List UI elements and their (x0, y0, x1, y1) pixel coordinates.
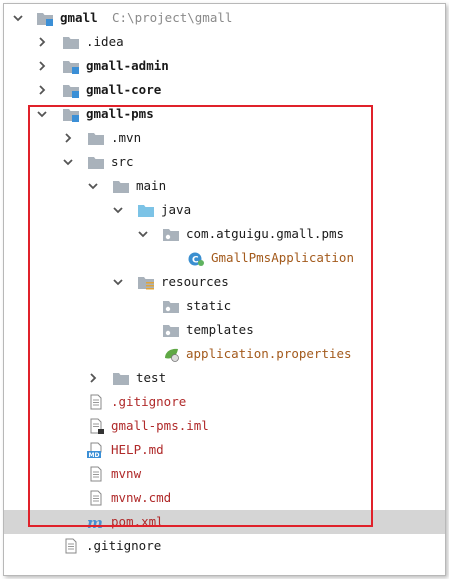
chevron-down-icon[interactable] (12, 12, 24, 24)
tree-label: mvnw (111, 466, 142, 481)
chevron-right-icon[interactable] (36, 60, 48, 72)
markdown-file-icon (87, 442, 105, 458)
tree-label: gmall-admin (86, 58, 169, 73)
tree-label: gmall-pms (86, 106, 154, 121)
tree-label: application.properties (186, 346, 352, 361)
tree-label: HELP.md (111, 442, 164, 457)
spring-boot-class-icon (187, 250, 205, 266)
module-file-icon (87, 418, 105, 434)
spring-properties-icon (162, 346, 180, 362)
chevron-down-icon[interactable] (36, 108, 48, 120)
folder-icon (62, 34, 80, 50)
file-icon (87, 490, 105, 506)
project-tree-panel: gmall C:\project\gmall .idea gmall-admin… (3, 3, 446, 576)
tree-label: .mvn (111, 130, 142, 145)
folder-icon (162, 298, 180, 314)
chevron-right-icon[interactable] (87, 372, 99, 384)
tree-row-root-gitignore[interactable]: .gitignore (4, 534, 445, 558)
tree-row-gmall-admin[interactable]: gmall-admin (4, 54, 445, 78)
root-path: C:\project\gmall (112, 10, 233, 25)
tree-label: test (136, 370, 167, 385)
module-folder-icon (62, 82, 80, 98)
tree-label: resources (161, 274, 229, 289)
module-folder-icon (62, 106, 80, 122)
chevron-down-icon[interactable] (112, 204, 124, 216)
tree-label: mvnw.cmd (111, 490, 172, 505)
tree-label: .gitignore (111, 394, 187, 409)
source-folder-icon (137, 202, 155, 218)
chevron-right-icon[interactable] (36, 36, 48, 48)
chevron-right-icon[interactable] (36, 84, 48, 96)
tree-label: src (111, 154, 134, 169)
folder-icon (112, 178, 130, 194)
tree-label: templates (186, 322, 254, 337)
tree-label: com.atguigu.gmall.pms (186, 226, 345, 241)
tree-row-package[interactable]: com.atguigu.gmall.pms (4, 222, 445, 246)
tree-label: java (161, 202, 192, 217)
chevron-down-icon[interactable] (112, 276, 124, 288)
tree-label-root: gmall (60, 10, 98, 25)
tree-row-help-md[interactable]: HELP.md (4, 438, 445, 462)
chevron-right-icon[interactable] (62, 132, 74, 144)
tree-row-application-properties[interactable]: application.properties (4, 342, 445, 366)
tree-label: .gitignore (86, 538, 162, 553)
maven-icon (87, 514, 105, 530)
module-folder-icon (62, 58, 80, 74)
module-folder-icon (36, 10, 54, 26)
tree-row-iml[interactable]: gmall-pms.iml (4, 414, 445, 438)
file-icon (62, 538, 80, 554)
tree-row-gitignore[interactable]: .gitignore (4, 390, 445, 414)
chevron-down-icon[interactable] (137, 228, 149, 240)
chevron-down-icon[interactable] (62, 156, 74, 168)
tree-row-resources[interactable]: resources (4, 270, 445, 294)
tree-label: gmall-pms.iml (111, 418, 209, 433)
file-icon (87, 394, 105, 410)
folder-icon (112, 370, 130, 386)
tree-row-src[interactable]: src (4, 150, 445, 174)
tree-label: main (136, 178, 167, 193)
tree-row-application-class[interactable]: GmallPmsApplication (4, 246, 445, 270)
folder-icon (162, 322, 180, 338)
tree-row-test[interactable]: test (4, 366, 445, 390)
folder-icon (87, 130, 105, 146)
tree-row-static[interactable]: static (4, 294, 445, 318)
tree-row-java[interactable]: java (4, 198, 445, 222)
package-icon (162, 226, 180, 242)
tree-label: .idea (86, 34, 124, 49)
tree-row-mvnw[interactable]: mvnw (4, 462, 445, 486)
tree-label: static (186, 298, 232, 313)
folder-icon (87, 154, 105, 170)
tree-row-gmall[interactable]: gmall C:\project\gmall (4, 6, 445, 30)
tree-row-gmall-core[interactable]: gmall-core (4, 78, 445, 102)
file-icon (87, 466, 105, 482)
resources-folder-icon (137, 274, 155, 290)
tree-row-templates[interactable]: templates (4, 318, 445, 342)
tree-label: GmallPmsApplication (211, 250, 354, 265)
tree-label: pom.xml (111, 514, 164, 529)
chevron-down-icon[interactable] (87, 180, 99, 192)
tree-row-mvnw-cmd[interactable]: mvnw.cmd (4, 486, 445, 510)
tree-row-pom-xml[interactable]: pom.xml (4, 510, 445, 534)
tree-label: gmall-core (86, 82, 162, 97)
tree-row-mvn[interactable]: .mvn (4, 126, 445, 150)
tree-row-idea[interactable]: .idea (4, 30, 445, 54)
tree-row-main[interactable]: main (4, 174, 445, 198)
tree-row-gmall-pms[interactable]: gmall-pms (4, 102, 445, 126)
